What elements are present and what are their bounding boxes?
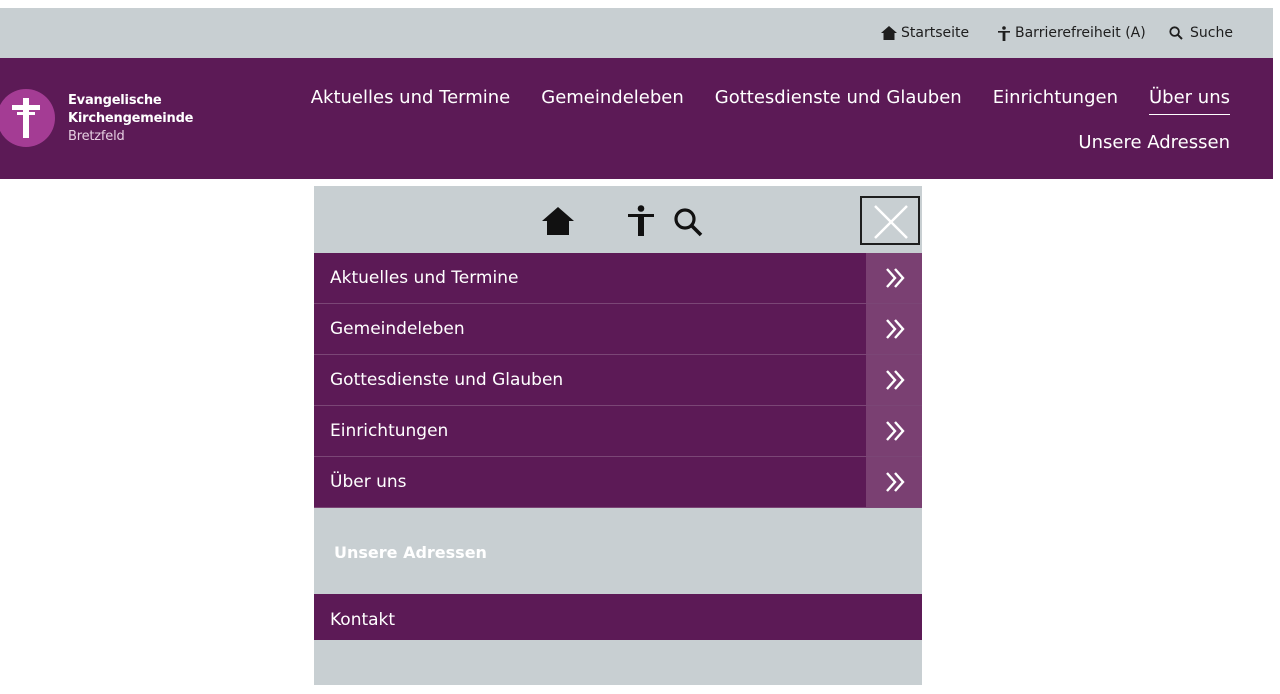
logo-text[interactable]: Evangelische Kirchengemeinde Bretzfeld bbox=[68, 92, 193, 146]
double-chevron-right-icon bbox=[886, 319, 905, 339]
accessibility-icon[interactable] bbox=[627, 205, 655, 236]
logo-line-2: Kirchengemeinde bbox=[68, 111, 194, 126]
submenu-item-unsere-adressen[interactable]: Unsere Adressen bbox=[334, 543, 487, 562]
menu-item-gemeindeleben[interactable]: Gemeindeleben bbox=[314, 304, 922, 355]
suche-link[interactable]: Suche bbox=[1169, 8, 1233, 58]
startseite-link[interactable]: Startseite bbox=[881, 8, 969, 58]
double-chevron-right-icon bbox=[886, 268, 905, 288]
menu-item-label: Gemeindeleben bbox=[330, 319, 465, 339]
expand-button[interactable] bbox=[866, 253, 922, 303]
expand-button[interactable] bbox=[866, 355, 922, 405]
close-icon bbox=[874, 205, 908, 239]
double-chevron-right-icon bbox=[886, 421, 905, 441]
subnav-unsere-adressen[interactable]: Unsere Adressen bbox=[1078, 132, 1230, 153]
menu-item-ueber-uns[interactable]: Über uns bbox=[314, 457, 922, 508]
utility-bar: Startseite Barrierefreiheit (A) Suche bbox=[0, 8, 1273, 58]
menu-item-label: Über uns bbox=[330, 472, 407, 492]
kontakt-label: Kontakt bbox=[330, 610, 396, 630]
site-header: Evangelische Kirchengemeinde Bretzfeld A… bbox=[0, 58, 1273, 179]
double-chevron-right-icon bbox=[886, 370, 905, 390]
search-icon[interactable] bbox=[673, 207, 703, 237]
expand-button[interactable] bbox=[866, 304, 922, 354]
accessibility-icon bbox=[998, 25, 1010, 41]
menu-item-label: Gottesdienste und Glauben bbox=[330, 370, 564, 390]
nav-item-gemeindeleben[interactable]: Gemeindeleben bbox=[541, 87, 684, 115]
cross-logo-icon[interactable] bbox=[0, 89, 55, 147]
menu-item-label: Aktuelles und Termine bbox=[330, 268, 519, 288]
menu-item-aktuelles[interactable]: Aktuelles und Termine bbox=[314, 253, 922, 304]
mobile-menu-toolbar bbox=[314, 186, 922, 253]
expand-button[interactable] bbox=[866, 457, 922, 507]
logo-line-3: Bretzfeld bbox=[68, 129, 125, 144]
barrierefreiheit-link[interactable]: Barrierefreiheit (A) bbox=[997, 8, 1146, 58]
close-menu-button[interactable] bbox=[860, 196, 920, 245]
suche-label: Suche bbox=[1190, 25, 1233, 41]
submenu-area: Unsere Adressen bbox=[314, 509, 922, 594]
nav-item-aktuelles[interactable]: Aktuelles und Termine bbox=[311, 87, 511, 115]
menu-item-einrichtungen[interactable]: Einrichtungen bbox=[314, 406, 922, 457]
nav-item-ueber-uns[interactable]: Über uns bbox=[1149, 87, 1230, 115]
search-icon bbox=[1169, 26, 1183, 40]
home-icon bbox=[881, 26, 897, 40]
mobile-menu-panel: Aktuelles und Termine Gemeindeleben Gott… bbox=[314, 186, 922, 685]
logo-line-1: Evangelische bbox=[68, 93, 162, 108]
double-chevron-right-icon bbox=[886, 472, 905, 492]
startseite-label: Startseite bbox=[901, 25, 970, 41]
home-icon[interactable] bbox=[542, 207, 574, 235]
nav-item-gottesdienste[interactable]: Gottesdienste und Glauben bbox=[715, 87, 962, 115]
menu-item-label: Einrichtungen bbox=[330, 421, 449, 441]
main-nav: Aktuelles und Termine Gemeindeleben Gott… bbox=[311, 87, 1230, 115]
menu-item-gottesdienste[interactable]: Gottesdienste und Glauben bbox=[314, 355, 922, 406]
expand-button[interactable] bbox=[866, 406, 922, 456]
menu-item-kontakt[interactable]: Kontakt bbox=[314, 594, 922, 640]
nav-item-einrichtungen[interactable]: Einrichtungen bbox=[993, 87, 1118, 115]
barrierefreiheit-label: Barrierefreiheit (A) bbox=[1015, 25, 1146, 41]
mobile-menu-list: Aktuelles und Termine Gemeindeleben Gott… bbox=[314, 253, 922, 508]
